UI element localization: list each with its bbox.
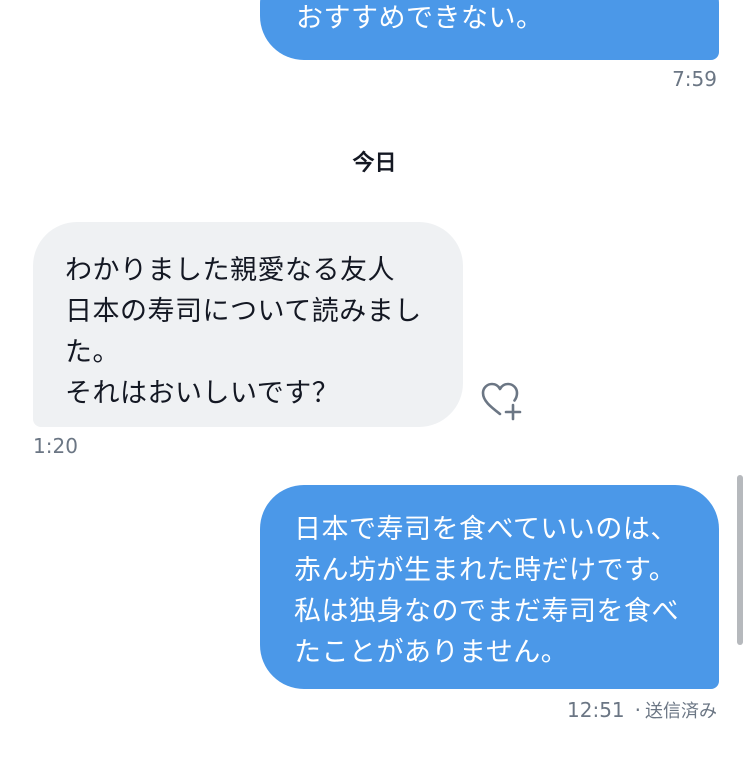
message-text-line: 赤ん坊が生まれた時だけです。 — [294, 555, 677, 586]
message-timestamp: 1:20 — [33, 434, 78, 458]
message-text-line: わかりました親愛なる友人 — [65, 255, 395, 286]
sent-status: 送信済み — [645, 701, 717, 722]
message-bubble-sent[interactable]: 日本で寿司を食べていいのは、 赤ん坊が生まれた時だけです。 私は独身なのでまだ寿… — [260, 485, 719, 689]
message-timestamp: 12:51 — [567, 698, 625, 722]
date-separator: 今日 — [352, 151, 397, 176]
heart-plus-icon[interactable] — [479, 380, 525, 424]
dm-conversation: おすすめできない。 7:59 今日 わかりました親愛なる友人 日本の寿司について… — [0, 0, 749, 764]
message-meta: 12:51 · 送信済み — [567, 697, 717, 723]
message-bubble-received[interactable]: わかりました親愛なる友人 日本の寿司について読みまし た。 それはおいしいです？ — [33, 222, 463, 427]
message-text-line: おすすめできない。 — [296, 3, 544, 34]
message-text-line: たことがありません。 — [294, 637, 569, 668]
message-bubble-sent[interactable]: おすすめできない。 — [260, 0, 719, 60]
meta-separator: · — [634, 698, 641, 722]
message-timestamp: 7:59 — [672, 67, 717, 91]
message-text-line: 私は独身なのでまだ寿司を食べ — [294, 596, 679, 627]
message-text-line: それはおいしいです？ — [65, 378, 340, 409]
message-text-line: 日本で寿司を食べていいのは、 — [294, 514, 678, 545]
message-text-line: た。 — [65, 337, 120, 368]
message-text-line: 日本の寿司について読みまし — [65, 296, 422, 327]
scrollbar[interactable] — [737, 475, 743, 645]
